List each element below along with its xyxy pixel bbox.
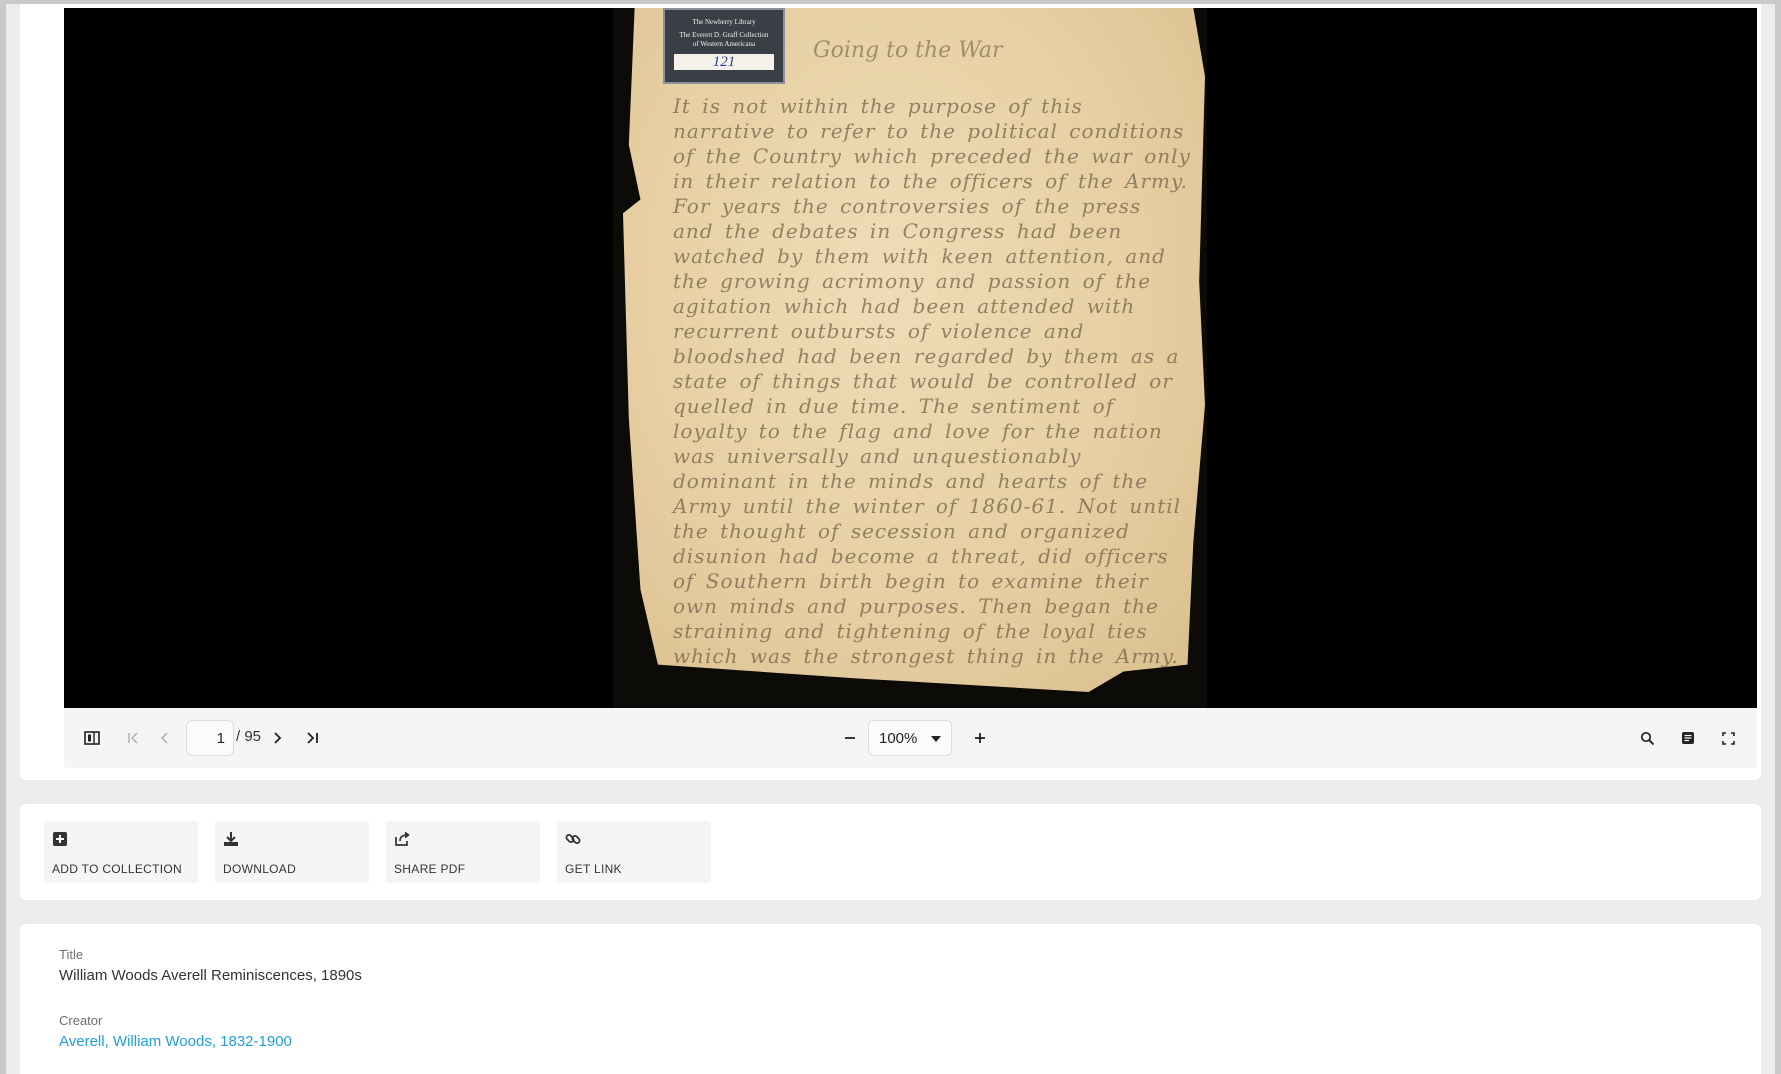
previous-page-icon[interactable] (152, 726, 176, 750)
next-page-icon[interactable] (266, 726, 290, 750)
sidebar-toggle-icon[interactable] (80, 726, 104, 750)
share-pdf-label: SHARE PDF (394, 862, 466, 876)
zoom-value: 100% (879, 729, 918, 747)
zoom-in-icon[interactable] (968, 726, 992, 750)
last-page-icon[interactable] (300, 726, 324, 750)
zoom-select[interactable]: 100% (868, 720, 952, 756)
fullscreen-icon[interactable] (1716, 726, 1740, 750)
actions-card: ADD TO COLLECTION DOWNLOAD SHARE PDF GET… (20, 804, 1761, 900)
first-page-icon[interactable] (122, 726, 146, 750)
manuscript-text: It is not within the purpose of this nar… (673, 94, 1191, 668)
bookplate-line-2: The Everett D. Graff Collection (679, 31, 769, 39)
pdf-page: The Newberry Library The Everett D. Graf… (613, 8, 1207, 708)
download-label: DOWNLOAD (223, 862, 297, 876)
viewer-toolbar: / 95 100% (64, 708, 1757, 768)
add-to-collection-button[interactable]: ADD TO COLLECTION (44, 821, 198, 883)
creator-label: Creator (59, 1013, 103, 1028)
bookplate-line-3: of Western Americana (692, 40, 756, 48)
pdf-viewport[interactable]: The Newberry Library The Everett D. Graf… (64, 8, 1757, 708)
search-icon[interactable] (1635, 726, 1659, 750)
download-icon (223, 831, 241, 849)
page-total: / 95 (236, 728, 262, 745)
pdf-viewer-card: The Newberry Library The Everett D. Graf… (20, 4, 1761, 780)
link-icon (565, 831, 583, 849)
chevron-down-icon (931, 736, 941, 742)
creator-link[interactable]: Averell, William Woods, 1832-1900 (59, 1033, 292, 1050)
metadata-card: Title William Woods Averell Reminiscence… (20, 924, 1761, 1074)
get-link-button[interactable]: GET LINK (557, 821, 711, 883)
title-label: Title (59, 947, 84, 962)
bookplate-number: 121 (674, 54, 774, 70)
share-pdf-button[interactable]: SHARE PDF (386, 821, 540, 883)
add-to-collection-label: ADD TO COLLECTION (52, 862, 183, 876)
document-properties-icon[interactable] (1676, 726, 1700, 750)
get-link-label: GET LINK (565, 862, 622, 876)
title-value: William Woods Averell Reminiscences, 189… (59, 967, 362, 984)
manuscript-title: Going to the War (813, 38, 1003, 63)
manuscript-paper: The Newberry Library The Everett D. Graf… (623, 8, 1205, 692)
bookplate-label: The Newberry Library The Everett D. Graf… (663, 8, 785, 84)
plus-square-icon (52, 831, 70, 849)
share-icon (394, 831, 412, 849)
page-number-input[interactable] (186, 720, 234, 756)
download-button[interactable]: DOWNLOAD (215, 821, 369, 883)
zoom-out-icon[interactable] (838, 726, 862, 750)
bookplate-line-1: The Newberry Library (692, 18, 756, 26)
